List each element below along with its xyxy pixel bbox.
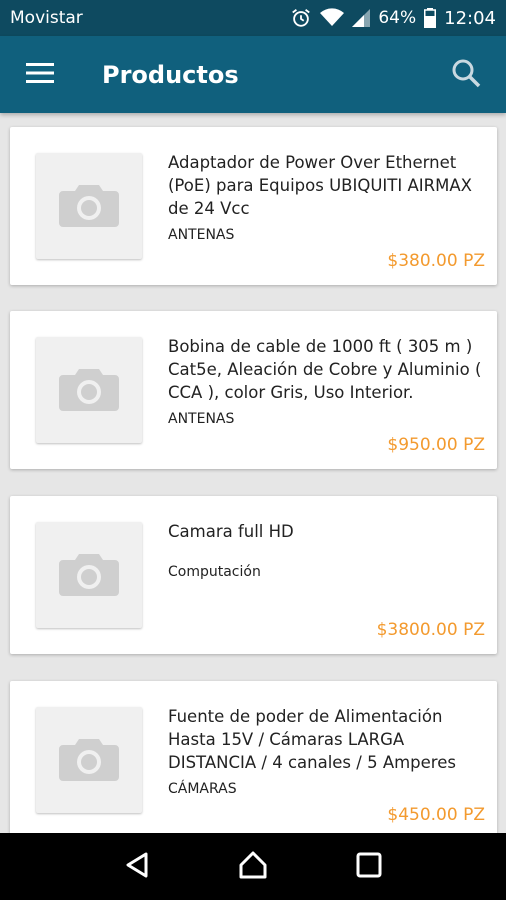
- menu-icon: [26, 62, 54, 88]
- alarm-icon: [290, 7, 312, 29]
- camera-icon: [59, 365, 119, 415]
- product-image-placeholder: [36, 522, 142, 628]
- product-image-placeholder: [36, 707, 142, 813]
- battery-percent: 64%: [378, 8, 417, 28]
- camera-icon: [59, 735, 119, 785]
- product-list[interactable]: Adaptador de Power Over Ethernet (PoE) p…: [0, 113, 506, 833]
- app-bar: Productos: [0, 36, 506, 113]
- wifi-icon: [320, 7, 345, 29]
- product-category: ANTENAS: [168, 411, 235, 427]
- page-title: Productos: [102, 60, 239, 89]
- product-name: Fuente de poder de Alimentación Hasta 15…: [168, 707, 456, 772]
- search-icon: [451, 58, 481, 92]
- recents-icon[interactable]: [356, 852, 382, 882]
- camera-icon: [59, 181, 119, 231]
- product-price: $3800.00 PZ: [376, 620, 485, 640]
- product-card[interactable]: Adaptador de Power Over Ethernet (PoE) p…: [10, 127, 497, 285]
- signal-icon: [352, 9, 371, 27]
- product-card[interactable]: Fuente de poder de Alimentación Hasta 15…: [10, 681, 497, 833]
- product-card[interactable]: Camara full HD Computación $3800.00 PZ: [10, 496, 497, 654]
- status-bar: Movistar 64% 12:04: [0, 0, 506, 36]
- product-name: Camara full HD: [168, 522, 294, 541]
- carrier-label: Movistar: [10, 8, 83, 28]
- product-image-placeholder: [36, 337, 142, 443]
- product-price: $450.00 PZ: [387, 805, 485, 825]
- product-category: Computación: [168, 564, 261, 580]
- product-price: $380.00 PZ: [387, 251, 485, 271]
- product-name: Bobina de cable de 1000 ft ( 305 m ) Cat…: [168, 337, 482, 402]
- clock-time: 12:04: [444, 7, 496, 29]
- search-button[interactable]: [426, 36, 506, 113]
- menu-button[interactable]: [0, 36, 80, 113]
- product-name: Adaptador de Power Over Ethernet (PoE) p…: [168, 153, 472, 218]
- product-category: ANTENAS: [168, 227, 235, 243]
- home-icon[interactable]: [238, 850, 268, 884]
- battery-icon: [424, 8, 437, 28]
- camera-icon: [59, 550, 119, 600]
- product-image-placeholder: [36, 153, 142, 259]
- product-price: $950.00 PZ: [387, 435, 485, 455]
- status-icons: 64% 12:04: [290, 7, 496, 29]
- system-nav-bar: [0, 833, 506, 900]
- back-icon[interactable]: [124, 851, 150, 883]
- product-card[interactable]: Bobina de cable de 1000 ft ( 305 m ) Cat…: [10, 311, 497, 469]
- product-category: CÁMARAS: [168, 781, 237, 797]
